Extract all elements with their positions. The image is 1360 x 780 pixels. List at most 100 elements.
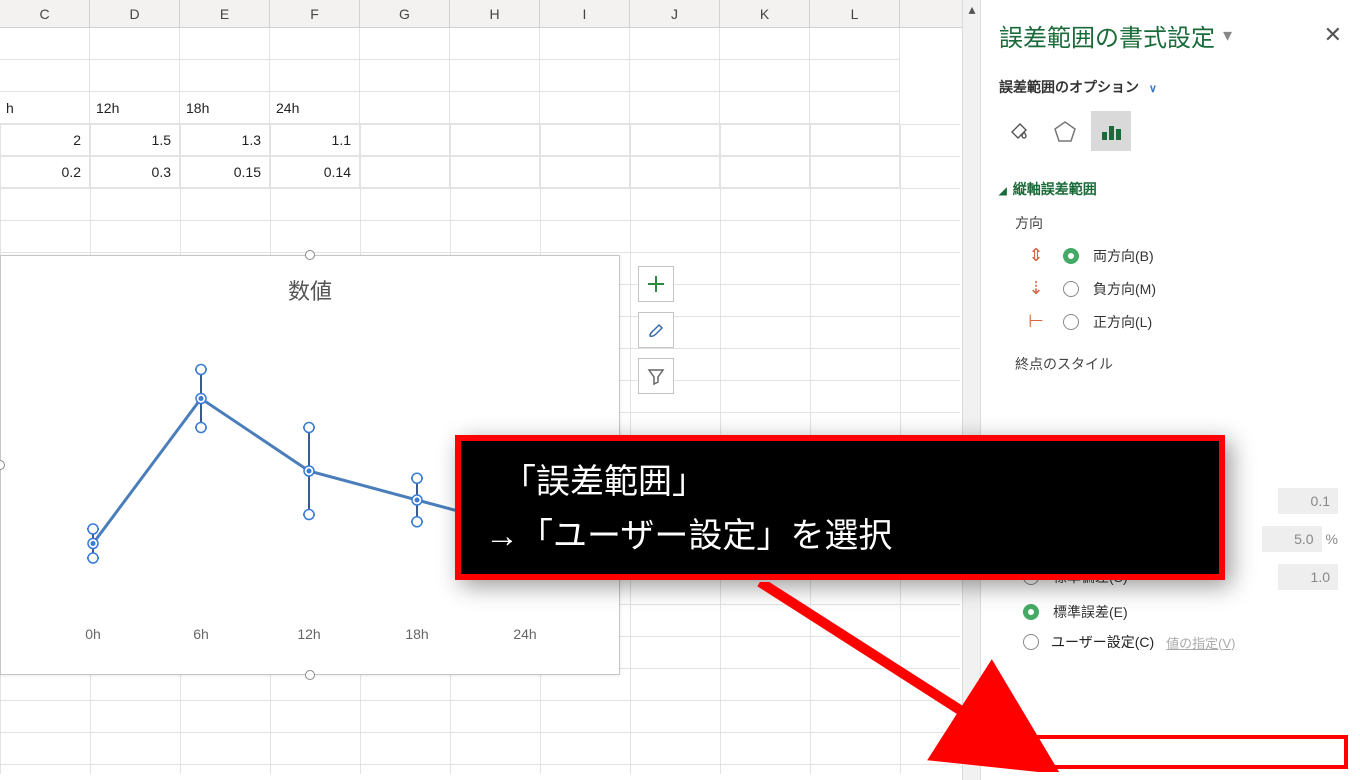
x-tick: 18h <box>363 626 471 642</box>
x-tick: 12h <box>255 626 363 642</box>
cell[interactable] <box>630 28 720 60</box>
specify-value-button[interactable]: 値の指定(V) <box>1166 633 1235 652</box>
chart-handle-left[interactable] <box>0 460 5 470</box>
pane-subtitle-text: 誤差範囲のオプション <box>999 79 1139 95</box>
cell[interactable] <box>540 28 630 60</box>
brush-icon <box>646 320 666 340</box>
cell[interactable] <box>180 28 270 60</box>
cell[interactable] <box>630 60 720 92</box>
scroll-up-icon[interactable]: ▴ <box>963 0 981 18</box>
effects-tab[interactable] <box>1045 111 1085 151</box>
chart-handle-bottom[interactable] <box>305 670 315 680</box>
cell[interactable] <box>0 60 90 92</box>
direction-both-label: 両方向(B) <box>1093 246 1154 266</box>
cell[interactable]: 18h <box>180 92 270 124</box>
user-defined-radio[interactable] <box>1023 634 1039 650</box>
col-header-c[interactable]: C <box>0 0 90 27</box>
percentage-input[interactable]: 5.0 <box>1262 526 1322 552</box>
cell[interactable] <box>810 60 900 92</box>
vertical-scrollbar[interactable]: ▴ <box>962 0 980 780</box>
fixed-value-input[interactable]: 0.1 <box>1278 488 1338 514</box>
direction-plus-radio[interactable] <box>1063 314 1079 330</box>
chevron-down-icon[interactable]: ▾ <box>1223 25 1232 46</box>
cell[interactable] <box>450 92 540 124</box>
format-error-bars-pane: 誤差範囲の書式設定 ▾ ✕ 誤差範囲のオプション ∨ 縦軸誤差範囲 方向 ⇕ 両… <box>980 0 1360 780</box>
cell[interactable]: h <box>0 92 90 124</box>
options-tab[interactable] <box>1091 111 1131 151</box>
chart-styles-button[interactable] <box>638 312 674 348</box>
vertical-error-bar-section[interactable]: 縦軸誤差範囲 <box>999 179 1344 199</box>
minus-icon: ⇣ <box>1023 278 1049 299</box>
direction-plus-label: 正方向(L) <box>1093 312 1152 332</box>
cell[interactable] <box>90 60 180 92</box>
pane-subtitle[interactable]: 誤差範囲のオプション ∨ <box>999 77 1344 97</box>
cell[interactable] <box>720 92 810 124</box>
chart-handle-top[interactable] <box>305 250 315 260</box>
chart-element-button[interactable] <box>638 266 674 302</box>
cell[interactable]: 12h <box>90 92 180 124</box>
cell[interactable] <box>0 28 90 60</box>
cell[interactable] <box>630 92 720 124</box>
cell[interactable] <box>450 60 540 92</box>
col-header-h[interactable]: H <box>450 0 540 27</box>
both-icon: ⇕ <box>1023 245 1049 266</box>
col-header-g[interactable]: G <box>360 0 450 27</box>
callout-line2: →「ユーザー設定」を選択 <box>485 509 1195 563</box>
annotation-highlight <box>1013 735 1348 769</box>
cell[interactable] <box>270 60 360 92</box>
col-header-j[interactable]: J <box>630 0 720 27</box>
cell[interactable] <box>540 60 630 92</box>
callout-line1: 「誤差範囲」 <box>485 455 1195 509</box>
cell[interactable] <box>360 92 450 124</box>
close-icon[interactable]: ✕ <box>1324 22 1342 48</box>
x-tick: 24h <box>471 626 579 642</box>
end-style-label: 終点のスタイル <box>1015 354 1344 374</box>
pane-tab-row <box>999 111 1344 151</box>
x-tick: 6h <box>147 626 255 642</box>
stderr-radio[interactable] <box>1023 604 1039 620</box>
direction-minus-label: 負方向(M) <box>1093 279 1156 299</box>
plus-icon: ⊢ <box>1023 311 1049 332</box>
direction-minus-radio[interactable] <box>1063 281 1079 297</box>
cell[interactable]: 24h <box>270 92 360 124</box>
col-header-f[interactable]: F <box>270 0 360 27</box>
funnel-icon <box>646 366 666 386</box>
cell[interactable] <box>720 28 810 60</box>
cell[interactable] <box>810 28 900 60</box>
chart-x-axis: 0h 6h 12h 18h 24h <box>39 626 579 642</box>
chevron-down-icon: ∨ <box>1149 83 1157 95</box>
cell[interactable] <box>720 60 810 92</box>
bar-chart-icon <box>1098 118 1124 144</box>
cell[interactable] <box>180 60 270 92</box>
stderr-label: 標準誤差(E) <box>1053 602 1128 622</box>
user-defined-label: ユーザー設定(C) <box>1051 632 1154 652</box>
cell[interactable] <box>90 28 180 60</box>
chart-title[interactable]: 数値 <box>1 274 619 306</box>
chart-filter-button[interactable] <box>638 358 674 394</box>
col-header-k[interactable]: K <box>720 0 810 27</box>
spreadsheet-area: C D E F G H I J K L h 12h 18h 24h 2 1.5 … <box>0 0 980 780</box>
x-tick: 0h <box>39 626 147 642</box>
plus-icon <box>646 274 666 294</box>
cell[interactable] <box>360 60 450 92</box>
cell[interactable] <box>540 92 630 124</box>
col-header-e[interactable]: E <box>180 0 270 27</box>
annotation-callout: 「誤差範囲」 →「ユーザー設定」を選択 <box>455 435 1225 580</box>
col-header-d[interactable]: D <box>90 0 180 27</box>
cell[interactable] <box>810 92 900 124</box>
direction-both-radio[interactable] <box>1063 248 1079 264</box>
col-header-i[interactable]: I <box>540 0 630 27</box>
pentagon-icon <box>1052 118 1078 144</box>
percent-symbol: % <box>1326 531 1338 547</box>
pane-title-text: 誤差範囲の書式設定 <box>999 18 1215 53</box>
stddev-input[interactable]: 1.0 <box>1278 564 1338 590</box>
column-header-row: C D E F G H I J K L <box>0 0 980 28</box>
paint-bucket-icon <box>1006 118 1032 144</box>
cell[interactable] <box>270 28 360 60</box>
pane-title: 誤差範囲の書式設定 ▾ <box>999 18 1344 53</box>
col-header-l[interactable]: L <box>810 0 900 27</box>
direction-label: 方向 <box>1015 213 1344 233</box>
cell[interactable] <box>450 28 540 60</box>
cell[interactable] <box>360 28 450 60</box>
fill-line-tab[interactable] <box>999 111 1039 151</box>
